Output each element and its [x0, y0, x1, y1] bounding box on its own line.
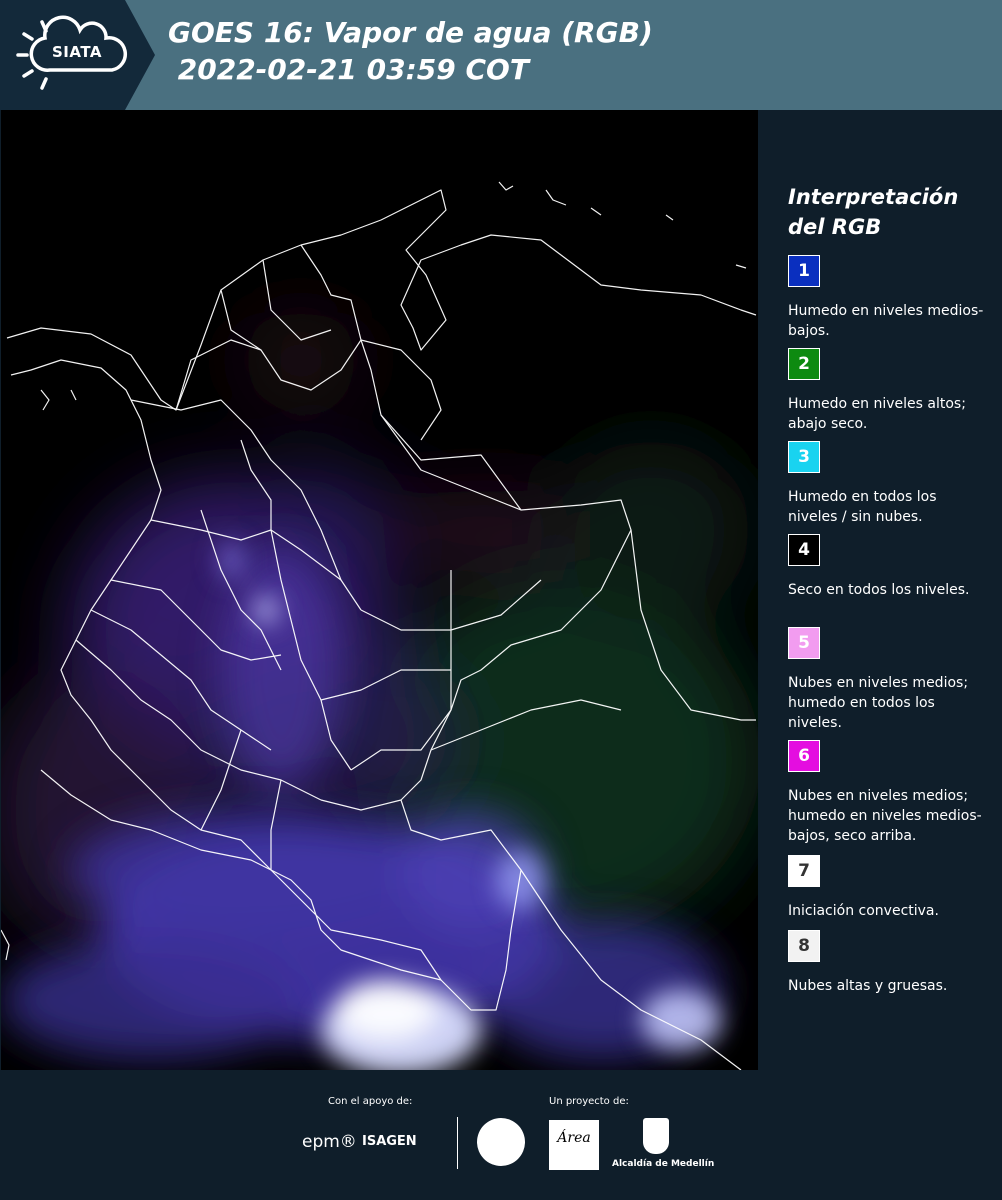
legend-swatch: 5 [788, 627, 820, 659]
legend-item-3: 3 Humedo en todos los niveles / sin nubes… [788, 441, 988, 527]
legend-description: Humedo en niveles medios-bajos. [788, 303, 984, 339]
epm-logo: epm® [302, 1132, 357, 1152]
legend-item-4: 4 Seco en todos los niveles. [788, 534, 988, 600]
isagen-logo: ISAGEN [362, 1134, 417, 1149]
footer: Con el apoyo de: Un proyecto de: epm® IS… [0, 1070, 1002, 1200]
legend-description: Humedo en niveles altos; abajo seco. [788, 396, 966, 432]
footer-divider [457, 1117, 458, 1169]
legend-description: Nubes altas y gruesas. [788, 978, 948, 994]
legend-item-5: 5 Nubes en niveles medios; humedo en todo… [788, 627, 988, 733]
legend-description: Seco en todos los niveles. [788, 582, 970, 598]
legend-description: Iniciación convectiva. [788, 903, 939, 919]
legend-description: Nubes en niveles medios; humedo en todos… [788, 675, 969, 731]
legend-swatch: 6 [788, 740, 820, 772]
legend-swatch: 8 [788, 930, 820, 962]
satellite-map [1, 110, 758, 1070]
legend-item-6: 6 Nubes en niveles medios; humedo en nive… [788, 740, 988, 846]
header: SIATA GOES 16: Vapor de agua (RGB) 2022-… [0, 0, 1002, 110]
alcaldia-shield-logo [643, 1118, 669, 1154]
support-label: Con el apoyo de: [328, 1096, 413, 1107]
project-label: Un proyecto de: [549, 1096, 629, 1107]
antioquia-seal-logo [477, 1118, 525, 1166]
legend-swatch: 2 [788, 348, 820, 380]
legend-swatch: 4 [788, 534, 820, 566]
legend-description: Nubes en niveles medios; humedo en nivel… [788, 788, 982, 844]
legend-item-7: 7 Iniciación convectiva. [788, 855, 988, 921]
legend-panel: Interpretación del RGB 1 Humedo en nivele… [760, 110, 1002, 1070]
legend-item-2: 2 Humedo en niveles altos; abajo seco. [788, 348, 988, 434]
legend-item-8: 8 Nubes altas y gruesas. [788, 930, 988, 996]
siata-logo: SIATA [52, 43, 103, 61]
legend-description: Humedo en todos los niveles / sin nubes. [788, 489, 937, 525]
alcaldia-logo-text: Alcaldía de Medellín [612, 1159, 715, 1169]
amva-logo: Área [549, 1120, 599, 1170]
legend-title: Interpretación del RGB [788, 185, 959, 239]
legend-swatch: 3 [788, 441, 820, 473]
legend-item-1: 1 Humedo en niveles medios-bajos. [788, 255, 988, 341]
legend-swatch: 7 [788, 855, 820, 887]
page-title: GOES 16: Vapor de agua (RGB) 2022-02-21 … [168, 16, 653, 86]
legend-swatch: 1 [788, 255, 820, 287]
logo-box: SIATA [0, 0, 155, 110]
